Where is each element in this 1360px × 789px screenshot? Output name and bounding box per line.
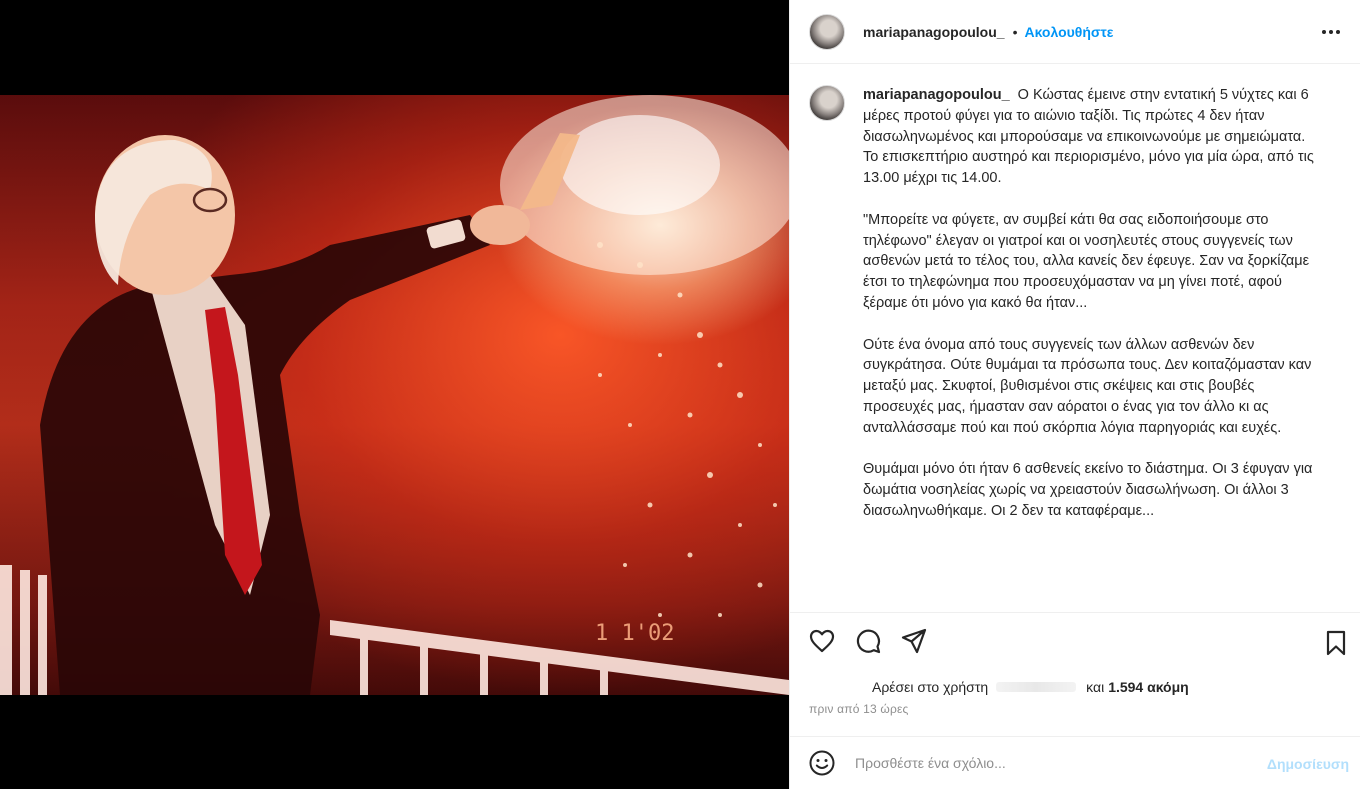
action-bar bbox=[790, 612, 1360, 668]
photo-date-stamp: 1 1'02 bbox=[595, 621, 674, 646]
caption-username[interactable]: mariapanagopoulou_ bbox=[863, 87, 1010, 103]
likes-summary: Αρέσει στο χρήστη και 1.594 ακόμη bbox=[790, 676, 1360, 698]
author-avatar[interactable] bbox=[809, 13, 845, 50]
comment-input[interactable] bbox=[855, 755, 1245, 771]
comment-icon[interactable] bbox=[854, 627, 882, 655]
caption-paragraph: "Μπορείτε να φύγετε, αν συμβεί κάτι θα σ… bbox=[863, 211, 1310, 311]
separator-dot: • bbox=[1012, 23, 1018, 40]
post-comment-button[interactable]: Δημοσίευση bbox=[1267, 756, 1349, 772]
post-photo[interactable]: 1 1'02 bbox=[0, 95, 789, 695]
bookmark-icon[interactable] bbox=[1322, 629, 1350, 657]
instagram-post-view: 1 1'02 mariapanagopoulou_ • Ακολουθήστε … bbox=[0, 0, 1360, 789]
likes-count[interactable]: 1.594 ακόμη bbox=[1108, 679, 1189, 695]
caption-author-avatar[interactable] bbox=[809, 85, 845, 121]
likes-conjunction: και bbox=[1086, 679, 1105, 695]
likes-prefix: Αρέσει στο χρήστη bbox=[872, 679, 989, 695]
follow-button[interactable]: Ακολουθήστε bbox=[1024, 24, 1113, 40]
author-username[interactable]: mariapanagopoulou_ bbox=[863, 24, 1005, 40]
comment-bar: Δημοσίευση bbox=[790, 736, 1360, 789]
photo-illustration: 1 1'02 bbox=[0, 95, 789, 695]
caption-area: mariapanagopoulou_ Ο Κώστας έμεινε στην … bbox=[790, 64, 1360, 612]
post-header: mariapanagopoulou_ • Ακολουθήστε bbox=[790, 0, 1360, 64]
caption-paragraph: Θυμάμαι μόνο ότι ήταν 6 ασθενείς εκείνο … bbox=[863, 461, 1313, 519]
liker-name-redacted[interactable] bbox=[996, 682, 1077, 692]
paper-plane-icon[interactable] bbox=[900, 627, 928, 655]
caption-text: mariapanagopoulou_ Ο Κώστας έμεινε στην … bbox=[863, 85, 1321, 612]
post-media[interactable]: 1 1'02 bbox=[0, 0, 789, 789]
more-options-icon[interactable] bbox=[1319, 22, 1343, 42]
caption-paragraph: Ούτε ένα όνομα από τους συγγενείς των άλ… bbox=[863, 336, 1312, 436]
post-side-panel: mariapanagopoulou_ • Ακολουθήστε mariapa… bbox=[789, 0, 1360, 789]
post-time[interactable]: πριν από 13 ώρες bbox=[809, 702, 909, 716]
heart-icon[interactable] bbox=[808, 627, 836, 655]
emoji-icon[interactable] bbox=[808, 749, 836, 777]
